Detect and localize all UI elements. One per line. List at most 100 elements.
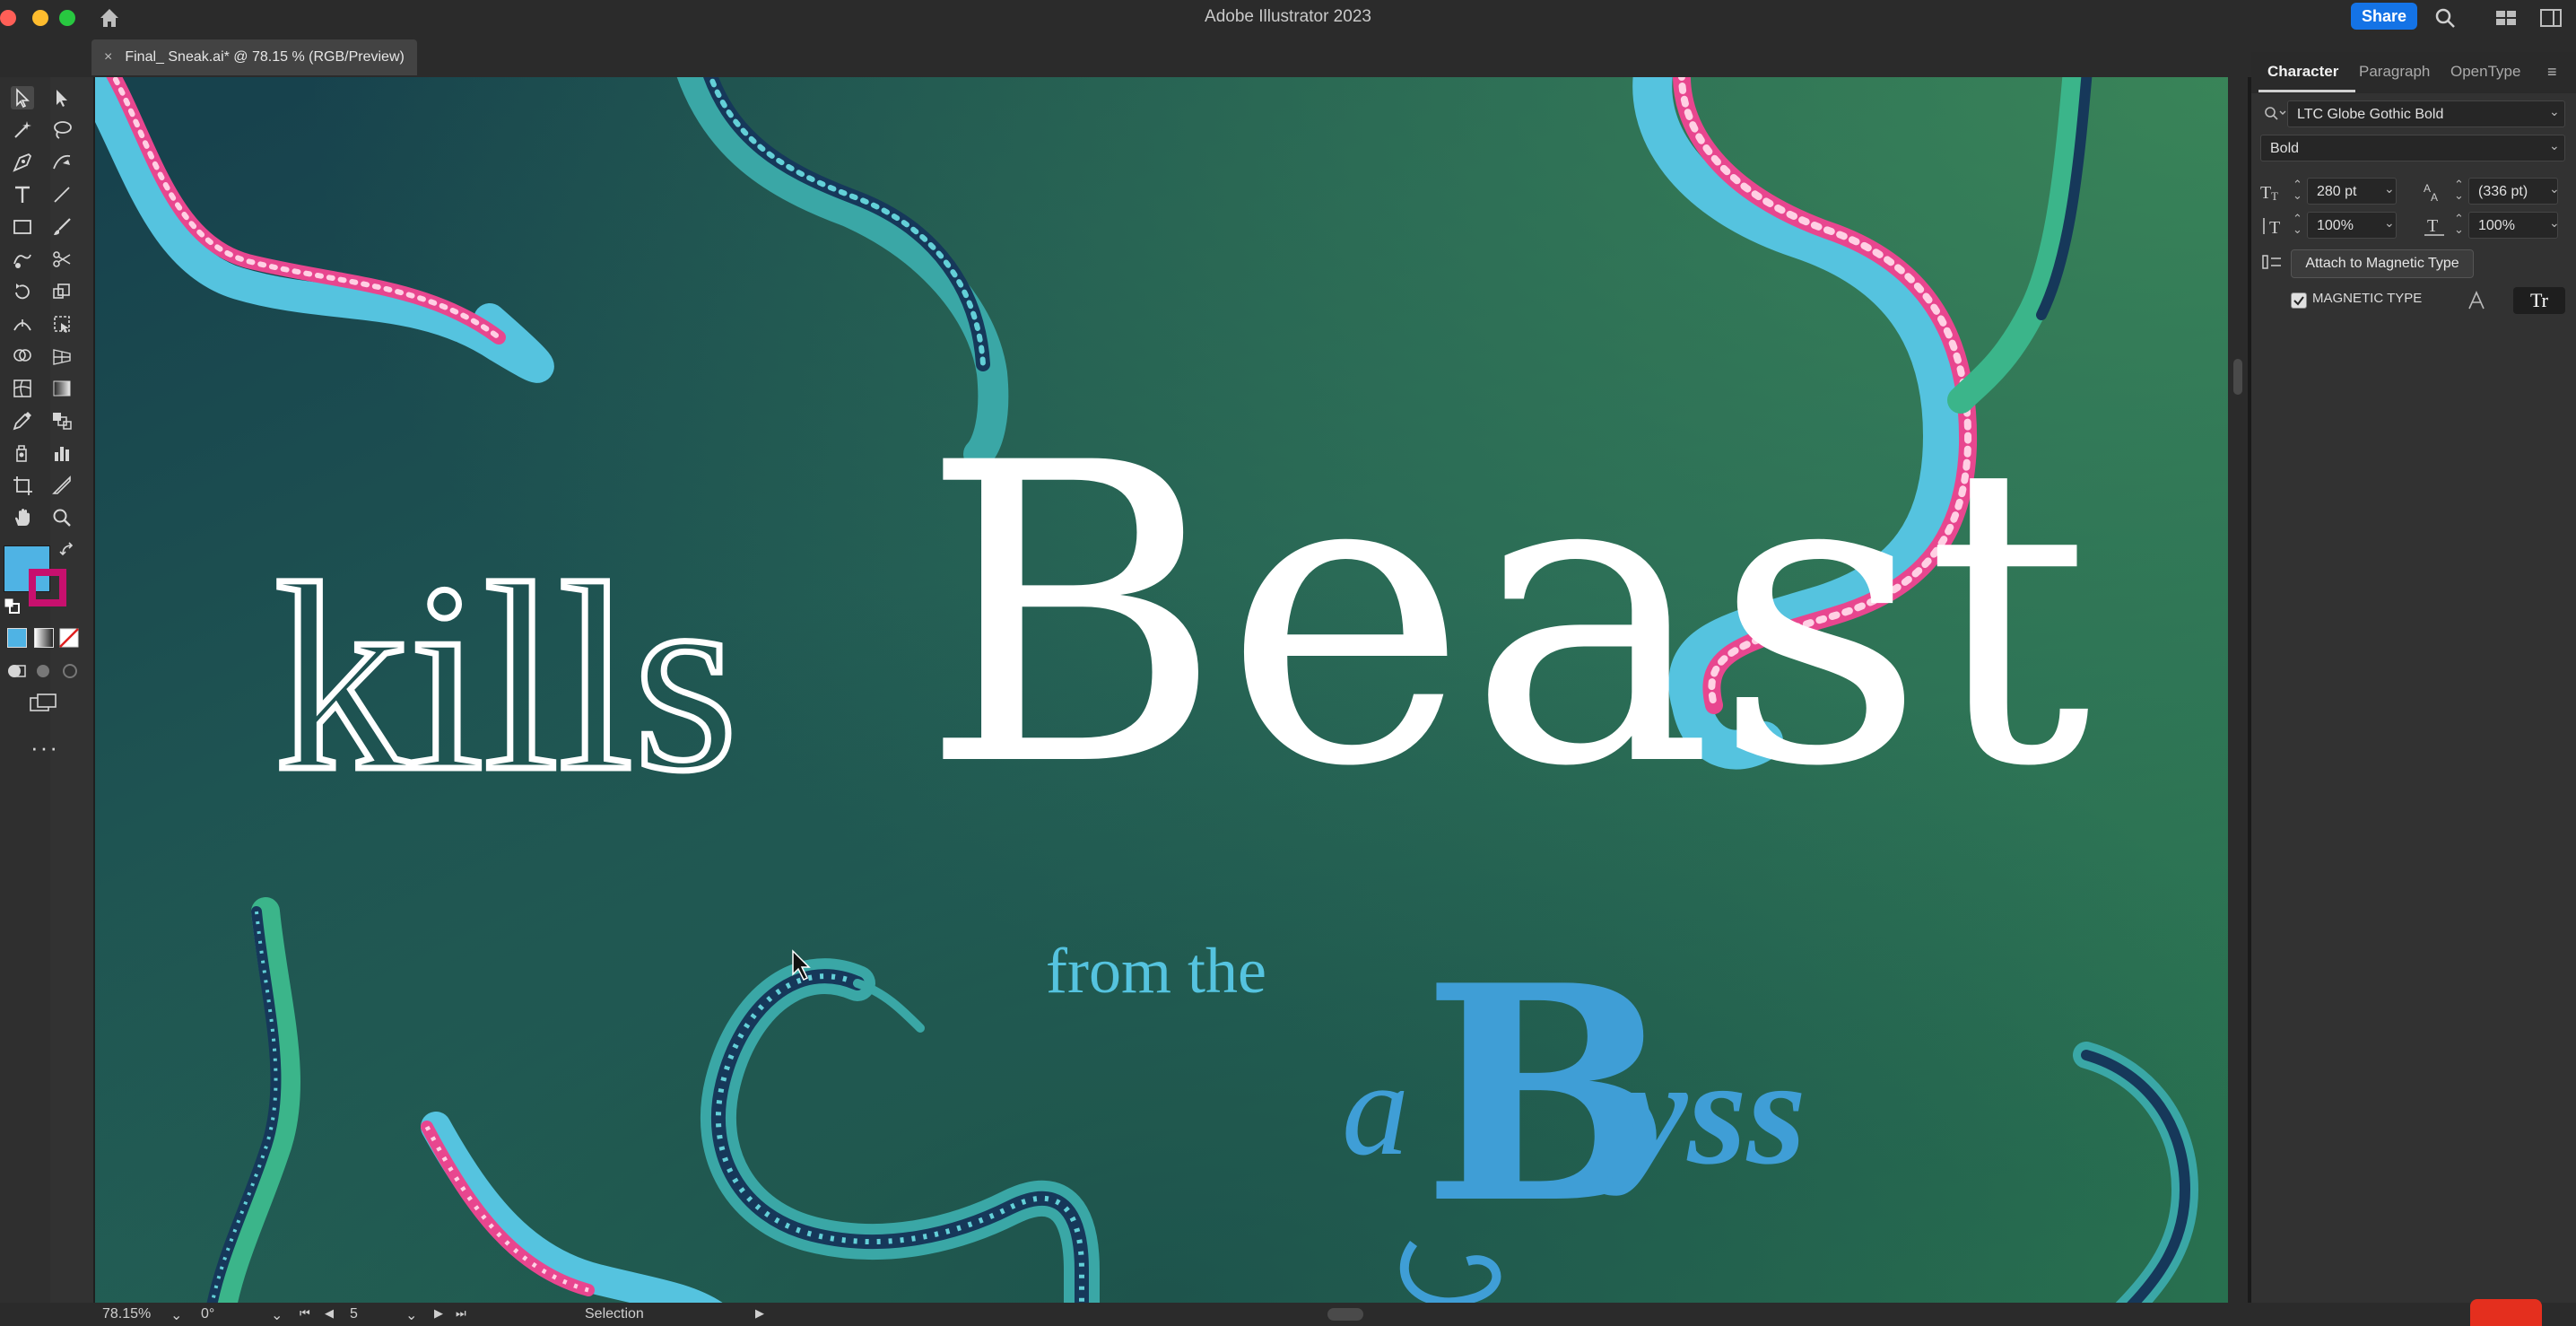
line-segment-tool-icon[interactable] xyxy=(50,183,74,206)
font-size-stepper[interactable]: ⌃ ⌄ xyxy=(2293,179,2302,201)
scissors-tool-icon[interactable] xyxy=(50,248,74,271)
vertical-scale-field[interactable]: 100% xyxy=(2307,212,2397,239)
rotation-dropdown-icon[interactable]: ⌄ xyxy=(271,1306,283,1324)
column-graph-tool-icon[interactable] xyxy=(50,441,74,465)
font-search-icon[interactable] xyxy=(2262,104,2287,124)
share-button[interactable]: Share xyxy=(2351,3,2417,30)
next-artboard-icon[interactable]: ▶ xyxy=(434,1306,443,1321)
draw-inside-icon[interactable] xyxy=(59,660,81,682)
vertical-scroll-thumb[interactable] xyxy=(2233,359,2242,395)
tab-opentype[interactable]: OpenType xyxy=(2450,63,2520,81)
color-mode-button[interactable] xyxy=(7,628,27,648)
vertical-scale-icon: T xyxy=(2263,218,2280,237)
tab-character[interactable]: Character xyxy=(2267,63,2338,81)
last-artboard-icon[interactable]: ⏭ xyxy=(456,1306,466,1321)
status-menu-icon[interactable]: ▶ xyxy=(755,1306,764,1321)
search-icon[interactable] xyxy=(2432,5,2458,31)
draw-normal-icon[interactable] xyxy=(5,660,27,682)
tab-paragraph[interactable]: Paragraph xyxy=(2359,63,2430,81)
horizontal-scale-stepper[interactable]: ⌃ ⌄ xyxy=(2454,213,2464,235)
horizontal-scale-field[interactable]: 100% xyxy=(2468,212,2558,239)
panel-menu-icon[interactable]: ≡ xyxy=(2547,63,2557,82)
svg-text:T: T xyxy=(2260,183,2271,203)
font-family-dropdown-icon[interactable]: ⌄ xyxy=(2549,104,2560,119)
typography-a-icon[interactable] xyxy=(2465,289,2488,312)
document-tab[interactable]: × Final_ Sneak.ai* @ 78.15 % (RGB/Preview… xyxy=(91,39,417,75)
mesh-tool-icon[interactable] xyxy=(11,377,34,400)
zoom-dropdown-icon[interactable]: ⌄ xyxy=(170,1306,182,1324)
first-artboard-icon[interactable]: ⏮ xyxy=(300,1306,310,1321)
abyss-letter-a[interactable]: a xyxy=(1342,1034,1409,1183)
title-word-kills[interactable]: kills xyxy=(272,526,742,830)
draw-behind-icon[interactable] xyxy=(32,660,54,682)
svg-text:T: T xyxy=(2427,216,2438,236)
lasso-tool-icon[interactable] xyxy=(50,118,74,142)
free-transform-tool-icon[interactable] xyxy=(50,312,74,336)
leading-field[interactable]: (336 pt) xyxy=(2468,178,2558,205)
none-mode-icon[interactable] xyxy=(59,628,79,648)
artboard[interactable]: kills Beast from the a B yss xyxy=(95,77,2230,1303)
hand-tool-icon[interactable] xyxy=(11,506,34,529)
direct-selection-tool-icon[interactable] xyxy=(50,86,74,109)
paintbrush-tool-icon[interactable] xyxy=(50,215,74,239)
blend-tool-icon[interactable] xyxy=(50,409,74,432)
magnetic-type-icon xyxy=(2262,255,2281,269)
vertical-scale-stepper[interactable]: ⌃ ⌄ xyxy=(2293,213,2302,235)
pen-tool-icon[interactable] xyxy=(11,151,34,174)
close-tab-icon[interactable]: × xyxy=(104,49,112,65)
font-size-field[interactable]: 280 pt xyxy=(2307,178,2397,205)
horizontal-scroll-thumb[interactable] xyxy=(1327,1308,1363,1321)
zoom-level-field[interactable]: 78.15% xyxy=(102,1306,151,1322)
selection-tool-icon[interactable] xyxy=(11,86,34,109)
leading-stepper[interactable]: ⌃ ⌄ xyxy=(2454,179,2464,201)
horizontal-scale-dropdown-icon[interactable]: ⌄ xyxy=(2549,215,2560,231)
artboard-number-field[interactable]: 5 xyxy=(350,1306,358,1322)
font-family-field[interactable]: LTC Globe Gothic Bold xyxy=(2287,100,2565,127)
horizontal-scale-icon: T xyxy=(2424,216,2444,236)
artboard-tool-icon[interactable] xyxy=(11,474,34,497)
vertical-scale-dropdown-icon[interactable]: ⌄ xyxy=(2384,215,2395,231)
magnetic-type-label: MAGNETIC TYPE xyxy=(2312,291,2423,306)
symbol-sprayer-tool-icon[interactable] xyxy=(11,441,34,465)
font-style-dropdown-icon[interactable]: ⌄ xyxy=(2549,138,2560,153)
canvas-area[interactable]: kills Beast from the a B yss xyxy=(93,77,2230,1303)
gradient-tool-icon[interactable] xyxy=(50,377,74,400)
previous-artboard-icon[interactable]: ◀ xyxy=(325,1306,334,1321)
rotate-tool-icon[interactable] xyxy=(11,280,34,303)
font-size-dropdown-icon[interactable]: ⌄ xyxy=(2384,181,2395,196)
abyss-letters-yss[interactable]: yss xyxy=(1604,1027,1806,1196)
eyedropper-tool-icon[interactable] xyxy=(11,409,34,432)
slice-tool-icon[interactable] xyxy=(50,474,74,497)
subtitle-from-the[interactable]: from the xyxy=(1046,935,1266,1007)
swap-colors-icon[interactable] xyxy=(59,542,77,560)
rotation-field[interactable]: 0° xyxy=(201,1306,214,1322)
gradient-mode-button[interactable] xyxy=(34,628,54,648)
leading-dropdown-icon[interactable]: ⌄ xyxy=(2549,181,2560,196)
rectangle-tool-icon[interactable] xyxy=(11,215,34,239)
vertical-scrollbar[interactable] xyxy=(2228,77,2248,1303)
arrange-documents-icon[interactable] xyxy=(2493,5,2519,31)
scale-tool-icon[interactable] xyxy=(50,280,74,303)
magic-wand-tool-icon[interactable] xyxy=(11,118,34,142)
text-style-button[interactable]: Tr xyxy=(2513,287,2565,314)
stroke-swatch[interactable] xyxy=(29,569,66,606)
perspective-grid-tool-icon[interactable] xyxy=(50,345,74,368)
artboard-dropdown-icon[interactable]: ⌄ xyxy=(405,1306,417,1324)
default-colors-icon[interactable] xyxy=(4,598,20,614)
type-tool-icon[interactable] xyxy=(11,183,34,206)
attach-magnetic-type-button[interactable]: Attach to Magnetic Type xyxy=(2291,249,2474,278)
video-overlay-badge xyxy=(2470,1299,2542,1326)
shaper-tool-icon[interactable] xyxy=(11,248,34,271)
screen-mode-icon[interactable] xyxy=(27,691,59,716)
panel-toggle-icon[interactable] xyxy=(2538,5,2563,31)
curvature-tool-icon[interactable] xyxy=(50,151,74,174)
edit-toolbar-icon[interactable]: ··· xyxy=(30,734,59,762)
title-word-beast[interactable]: Beast xyxy=(920,377,2093,857)
zoom-tool-icon[interactable] xyxy=(50,506,74,529)
width-tool-icon[interactable] xyxy=(11,312,34,336)
magnetic-type-checkbox[interactable] xyxy=(2291,292,2307,309)
checkmark-icon xyxy=(2293,296,2304,306)
font-style-field[interactable]: Bold xyxy=(2260,135,2565,161)
document-tab-title: Final_ Sneak.ai* @ 78.15 % (RGB/Preview) xyxy=(125,49,405,65)
shape-builder-tool-icon[interactable] xyxy=(11,345,34,368)
